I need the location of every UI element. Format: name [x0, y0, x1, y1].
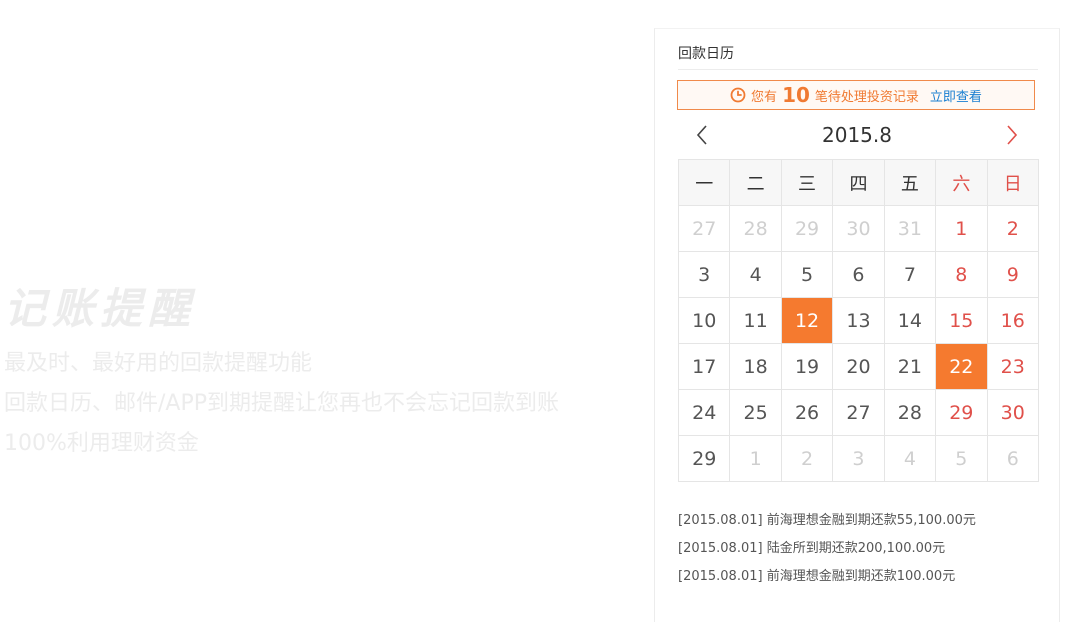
weekday-header-sunday: 日	[986, 159, 1040, 206]
panel-title: 回款日历	[678, 46, 734, 62]
calendar-day[interactable]: 21	[883, 343, 937, 390]
calendar-day[interactable]: 27	[832, 389, 885, 436]
pending-count: 10	[782, 83, 810, 107]
weekday-header: 三	[780, 159, 834, 206]
weekday-header-saturday: 六	[935, 159, 988, 206]
calendar-day[interactable]: 20	[832, 343, 885, 390]
divider	[678, 69, 1038, 70]
view-now-link[interactable]: 立即查看	[930, 86, 982, 105]
current-month: 2015.8	[822, 123, 892, 147]
calendar-day-other-month[interactable]: 6	[986, 435, 1040, 482]
notice-prefix: 您有	[751, 89, 778, 105]
promo-line: 最及时、最好用的回款提醒功能	[4, 351, 313, 376]
chevron-right-icon[interactable]	[997, 121, 1025, 149]
month-navigation: 2015.8	[677, 117, 1037, 153]
calendar-day[interactable]: 17	[677, 343, 731, 390]
record-item[interactable]: [2015.08.01] 前海理想金融到期还款55,100.00元	[678, 507, 976, 535]
calendar-day[interactable]: 30	[986, 389, 1040, 436]
weekday-header: 二	[729, 159, 782, 206]
calendar-week-row: 3456789	[677, 251, 1040, 298]
promo-line: 回款日历、邮件/APP到期提醒让您再也不会忘记回款到账	[4, 391, 559, 416]
calendar-day[interactable]: 10	[677, 297, 731, 344]
calendar-day-other-month[interactable]: 27	[677, 205, 731, 252]
calendar-week-row: 10 11 12 13 14 15 16	[677, 297, 1040, 344]
calendar-day[interactable]: 26	[780, 389, 834, 436]
clock-icon	[730, 87, 746, 103]
calendar-day-other-month[interactable]: 30	[832, 205, 885, 252]
calendar-day[interactable]: 14	[883, 297, 937, 344]
record-item[interactable]: [2015.08.01] 陆金所到期还款200,100.00元	[678, 535, 976, 563]
calendar-week-row: 17 18 19 20 21 22 23	[677, 343, 1040, 390]
repayment-calendar-panel: 回款日历 您有 10 笔待处理投资记录 立即查看 2015.8 一 二 三 四 …	[654, 28, 1060, 622]
calendar-day[interactable]: 18	[729, 343, 782, 390]
calendar-day[interactable]: 4	[729, 251, 782, 298]
calendar-week-row: 27 28 29 30 31 1 2	[677, 205, 1040, 252]
calendar-day[interactable]: 29	[677, 435, 731, 482]
calendar-day[interactable]: 24	[677, 389, 731, 436]
calendar-day-highlighted[interactable]: 22	[935, 343, 988, 390]
calendar-week-row: 24 25 26 27 28 29 30	[677, 389, 1040, 436]
calendar-day[interactable]: 15	[935, 297, 988, 344]
weekday-header: 四	[832, 159, 885, 206]
record-item[interactable]: [2015.08.01] 前海理想金融到期还款100.00元	[678, 563, 976, 591]
calendar-day[interactable]: 29	[935, 389, 988, 436]
calendar-day[interactable]: 8	[935, 251, 988, 298]
calendar-day[interactable]: 9	[986, 251, 1040, 298]
calendar-day-other-month[interactable]: 29	[780, 205, 834, 252]
weekday-header: 五	[883, 159, 937, 206]
calendar-day-highlighted[interactable]: 12	[780, 297, 834, 344]
weekday-header: 一	[677, 159, 731, 206]
calendar-day[interactable]: 3	[677, 251, 731, 298]
calendar-day[interactable]: 19	[780, 343, 834, 390]
calendar-grid: 一 二 三 四 五 六 日 27 28 29 30 31 1 2 3 4 5 6 7 8 9 10 11 12 1…	[677, 159, 1040, 482]
calendar-day-other-month[interactable]: 31	[883, 205, 937, 252]
promo-title: 记账提醒	[4, 284, 197, 333]
calendar-day[interactable]: 7	[883, 251, 937, 298]
calendar-day[interactable]: 23	[986, 343, 1040, 390]
calendar-week-row: 29 1 2 3 4 5 6	[677, 435, 1040, 482]
calendar-day-other-month[interactable]: 2	[780, 435, 834, 482]
calendar-day[interactable]: 11	[729, 297, 782, 344]
calendar-day-other-month[interactable]: 3	[832, 435, 885, 482]
calendar-day-other-month[interactable]: 4	[883, 435, 937, 482]
promo-line: 100%利用理财资金	[4, 431, 199, 456]
calendar-day-other-month[interactable]: 5	[935, 435, 988, 482]
weekday-header-row: 一 二 三 四 五 六 日	[677, 159, 1040, 206]
calendar-day[interactable]: 25	[729, 389, 782, 436]
promo-section: 记账提醒 最及时、最好用的回款提醒功能 回款日历、邮件/APP到期提醒让您再也不…	[4, 282, 644, 464]
calendar-day-other-month[interactable]: 28	[729, 205, 782, 252]
repayment-records-list: [2015.08.01] 前海理想金融到期还款55,100.00元 [2015.…	[678, 507, 976, 591]
calendar-day[interactable]: 16	[986, 297, 1040, 344]
calendar-day[interactable]: 1	[935, 205, 988, 252]
calendar-day-other-month[interactable]: 1	[729, 435, 782, 482]
calendar-day[interactable]: 28	[883, 389, 937, 436]
calendar-day[interactable]: 5	[780, 251, 834, 298]
calendar-day[interactable]: 6	[832, 251, 885, 298]
calendar-day[interactable]: 2	[986, 205, 1040, 252]
pending-records-notice: 您有 10 笔待处理投资记录 立即查看	[677, 80, 1035, 110]
notice-suffix: 笔待处理投资记录	[814, 89, 919, 105]
calendar-day[interactable]: 13	[832, 297, 885, 344]
